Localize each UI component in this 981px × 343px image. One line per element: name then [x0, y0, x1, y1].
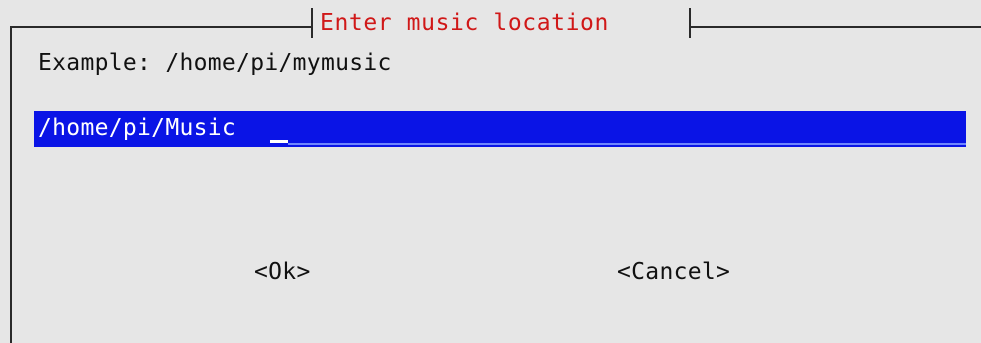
- title-divider-left: [311, 8, 313, 38]
- input-value-text: /home/pi/Music: [38, 115, 237, 141]
- ok-button[interactable]: <Ok>: [254, 256, 311, 288]
- example-hint: Example: /home/pi/mymusic: [38, 50, 392, 76]
- dialog-frame-left: [10, 26, 12, 343]
- text-cursor: [270, 140, 288, 143]
- dialog-frame-top-right: [690, 26, 981, 28]
- dialog-frame-top-left: [10, 26, 312, 28]
- input-underline: [288, 143, 966, 145]
- music-location-input[interactable]: /home/pi/Music: [34, 111, 966, 147]
- cancel-button[interactable]: <Cancel>: [617, 256, 730, 288]
- dialog-title: Enter music location: [320, 10, 609, 36]
- title-divider-right: [689, 8, 691, 38]
